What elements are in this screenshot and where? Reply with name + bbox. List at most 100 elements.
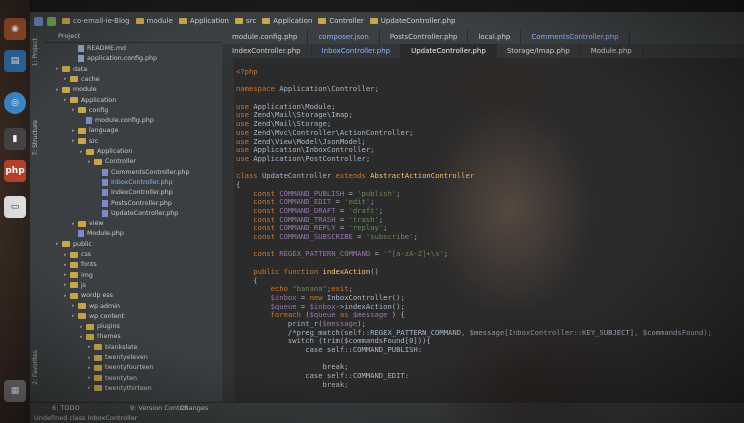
tree-folder[interactable]: ▸ module	[56, 85, 97, 94]
chromium-icon[interactable]: ◎	[4, 92, 26, 114]
tree-file[interactable]: CommentsController.php	[96, 168, 190, 177]
folder-icon	[70, 251, 78, 258]
tree-folder[interactable]: ▸ twentyfourteen	[88, 363, 154, 372]
code-content[interactable]: <?php namespace Application\Controller; us…	[236, 67, 712, 389]
tree-folder[interactable]: ▸ view	[72, 219, 104, 228]
tree-folder[interactable]: ▸ fonts	[64, 260, 97, 269]
editor-tab[interactable]: local.php	[468, 30, 522, 44]
folder-icon	[62, 18, 70, 24]
files-icon[interactable]: ▤	[4, 50, 26, 72]
tree-folder[interactable]: ▸ cache	[64, 75, 100, 84]
tree-label: PostsController.php	[111, 199, 172, 207]
editor-tabs-row-1: module.config.php composer.json PostsContr…	[222, 30, 744, 44]
tree-folder[interactable]: ▸ css	[64, 250, 91, 259]
editor-tab[interactable]: PostsController.php	[380, 30, 469, 44]
tree-label: cache	[81, 75, 100, 83]
sidebar-tab-favorites[interactable]: 2: Favorites	[32, 350, 39, 385]
sidebar-tab-structure[interactable]: 7: Structure	[32, 120, 39, 156]
breadcrumb-item[interactable]: co-email-ie-Blog	[62, 17, 130, 25]
tree-folder[interactable]: ▸ blankslate	[88, 343, 137, 352]
breadcrumb-item[interactable]: Application	[262, 17, 312, 25]
tree-label: view	[89, 220, 104, 228]
sidebar-tab-project[interactable]: 1: Project	[32, 38, 39, 66]
editor-tab[interactable]: Storage/Imap.php	[497, 44, 581, 58]
tree-label: data	[73, 65, 88, 73]
tree-folder[interactable]: ▸ wordp ess	[64, 291, 113, 300]
tree-folder[interactable]: ▸ themes	[80, 332, 121, 341]
code-token: as	[335, 310, 353, 320]
tree-folder[interactable]: ▸ data	[56, 65, 87, 74]
trash-icon[interactable]: ▦	[4, 380, 26, 402]
editor-tab[interactable]: Module.php	[581, 44, 643, 58]
breadcrumb-item[interactable]: module	[135, 17, 173, 25]
tree-folder[interactable]: ▸ src	[72, 137, 98, 146]
breadcrumb-item[interactable]: src	[234, 17, 256, 25]
tree-folder[interactable]: ▸ public	[56, 240, 92, 249]
tree-folder[interactable]: ▸ wp admin	[72, 302, 120, 311]
code-token: foreach	[236, 310, 306, 320]
tree-label: img	[81, 271, 93, 279]
tree-folder[interactable]: ▸ Application	[64, 96, 116, 105]
phpstorm-icon[interactable]: php	[4, 160, 26, 182]
tree-file[interactable]: application.config.php	[72, 54, 157, 63]
tree-folder[interactable]: ▸ Controller	[88, 157, 136, 166]
tree-folder[interactable]: ▸ config	[72, 106, 108, 115]
breadcrumb-item[interactable]: Controller	[318, 17, 364, 25]
editor-tab[interactable]: composer.json	[308, 30, 380, 44]
folder-icon	[78, 127, 86, 134]
tree-file[interactable]: Module.php	[72, 229, 124, 238]
editor-tab[interactable]: CommentsController.php	[521, 30, 630, 44]
code-token: const	[236, 249, 280, 259]
tree-label: Application	[81, 96, 117, 104]
code-token: ;	[378, 206, 384, 215]
editor-tab[interactable]: UpdateController.php	[401, 44, 497, 58]
tree-folder[interactable]: ▸ plugins	[80, 322, 120, 331]
code-token: COMMAND_EDIT	[279, 197, 332, 207]
tree-label: fonts	[81, 261, 97, 269]
tree-label: language	[89, 127, 119, 135]
folder-icon	[94, 158, 102, 165]
tree-file[interactable]: UpdateController.php	[96, 209, 178, 218]
tree-folder[interactable]: ▸ wp content	[72, 312, 124, 321]
editor-tab[interactable]: IndexController.php	[222, 44, 312, 58]
tree-file[interactable]: IndexController.php	[96, 188, 173, 197]
project-panel-header[interactable]: Project	[44, 30, 222, 43]
code-token: COMMAND_REPLY	[279, 223, 336, 233]
changes-tool-button[interactable]: Changes	[180, 404, 208, 412]
tree-folder[interactable]: ▸ js	[64, 281, 86, 290]
editor-tab[interactable]: InboxController.php	[312, 44, 402, 58]
tree-label: config	[89, 106, 109, 114]
breadcrumb-item[interactable]: UpdateController.php	[369, 17, 455, 25]
ubuntu-icon[interactable]: ◉	[4, 18, 26, 40]
code-token: =	[335, 214, 349, 224]
code-token: ;	[413, 232, 418, 242]
code-token: switch (trim($commandsFound[0])){	[236, 336, 431, 346]
text-editor-icon[interactable]: ▭	[4, 196, 26, 218]
code-token: const	[236, 223, 280, 233]
tree-folder[interactable]: ▸ twentythirteen	[88, 384, 152, 393]
code-token: 'edit'	[344, 197, 371, 207]
todo-tool-button[interactable]: 6: TODO	[52, 404, 80, 412]
breadcrumb-item[interactable]: Application	[178, 17, 229, 25]
tree-label: module.config.php	[95, 117, 154, 125]
tree-folder[interactable]: ▸ twentyeleven	[88, 353, 148, 362]
tree-file[interactable]: module.config.php	[80, 116, 154, 125]
terminal-icon[interactable]: ▮	[4, 128, 26, 150]
folder-icon	[62, 86, 70, 93]
tree-file[interactable]: InboxController.php	[96, 178, 173, 187]
tree-folder[interactable]: ▸ img	[64, 271, 93, 280]
save-icon[interactable]	[34, 16, 43, 26]
editor-tab[interactable]: module.config.php	[222, 30, 309, 44]
code-token: use	[236, 136, 254, 146]
code-editor[interactable]: <?php namespace Application\Controller; us…	[222, 58, 744, 402]
tree-label: themes	[97, 333, 121, 341]
tree-label: blankslate	[105, 343, 138, 351]
tree-file[interactable]: README.md	[72, 44, 126, 53]
tree-folder[interactable]: ▸ Application	[80, 147, 132, 156]
tree-file[interactable]: PostsController.php	[96, 199, 172, 208]
code-token: Application\Controller;	[279, 84, 379, 94]
tree-folder[interactable]: ▸ language	[72, 126, 118, 135]
code-token: use	[236, 119, 254, 129]
sync-icon[interactable]	[47, 16, 56, 26]
tree-folder[interactable]: ▸ twentyten	[88, 374, 137, 383]
